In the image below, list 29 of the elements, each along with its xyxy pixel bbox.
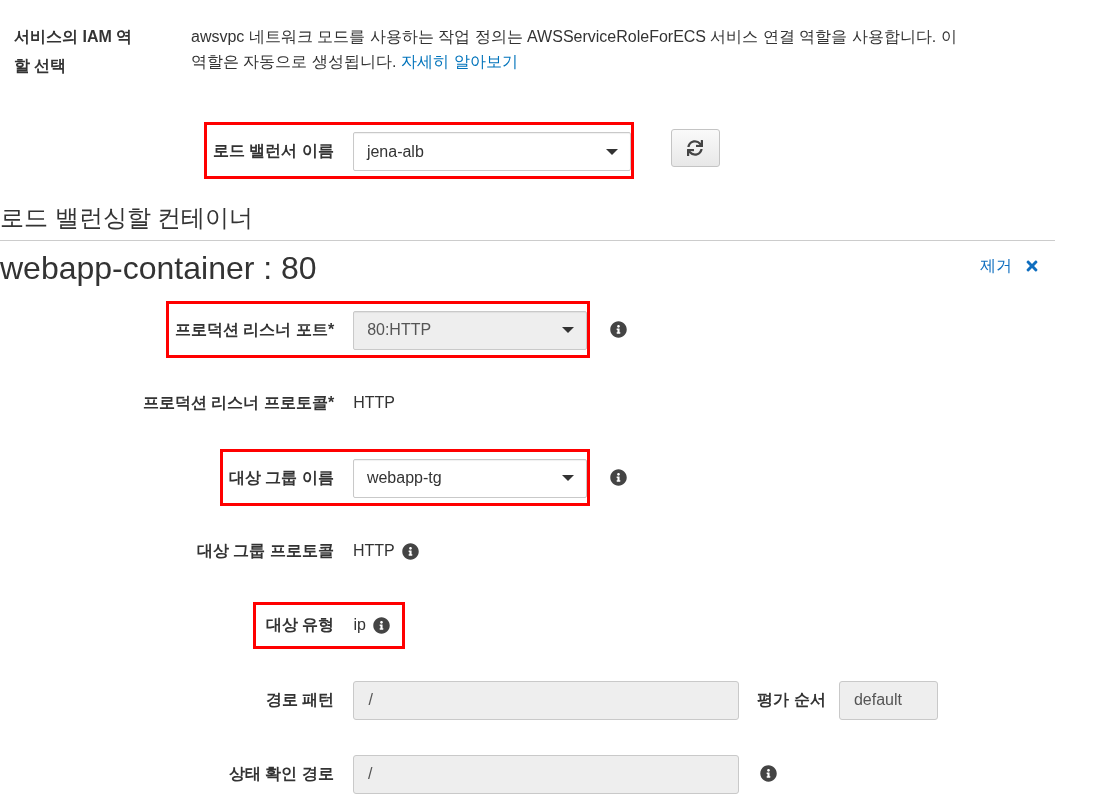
field-label: 프로덕션 리스너 포트* [175, 319, 335, 340]
container-title: webapp-container : 80 [0, 249, 317, 288]
info-icon[interactable] [372, 616, 390, 634]
field-label: 상태 확인 경로 [229, 763, 334, 784]
field-label: 서비스의 IAM 역할 선택 [14, 27, 134, 76]
caret-icon [605, 148, 618, 155]
dropdown[interactable]: webapp-tg [352, 458, 587, 498]
value-text: HTTP [353, 394, 395, 412]
close-icon [1024, 258, 1040, 274]
field-label: 평가 순서 [757, 689, 826, 710]
field-label: 경로 패턴 [266, 689, 335, 710]
field-label: 프로덕션 리스너 프로토콜* [143, 392, 335, 413]
caret-icon [561, 475, 574, 481]
section-heading: 로드 밸런싱할 컨테이너 [0, 203, 254, 233]
field-label: 대상 그룹 이름 [229, 467, 334, 488]
field-label: 대상 그룹 프로토콜 [197, 540, 334, 561]
learn-more-link[interactable]: 자세히 알아보기 [401, 53, 518, 70]
field-label: 대상 유형 [266, 614, 335, 635]
value-text: HTTP [352, 542, 395, 560]
remove-link[interactable]: 제거 [980, 255, 1040, 277]
load-balancer-dropdown[interactable]: jena-alb [352, 132, 631, 171]
refresh-button[interactable] [670, 128, 720, 167]
info-icon[interactable] [609, 468, 627, 486]
caret-icon [562, 327, 575, 333]
info-icon[interactable] [401, 542, 419, 560]
value-text: ip [353, 616, 366, 634]
refresh-icon [687, 139, 704, 156]
description-text: awsvpc 네트워크 모드를 사용하는 작업 정의는 AWSServiceRoleForECS 서비스 연결 역할을 사용합니다. 이 역할은 자동으로 생성됩니다. 자세히 알아보기 [191, 27, 958, 72]
field-label: 로드 밸런서 이름 [213, 141, 334, 161]
